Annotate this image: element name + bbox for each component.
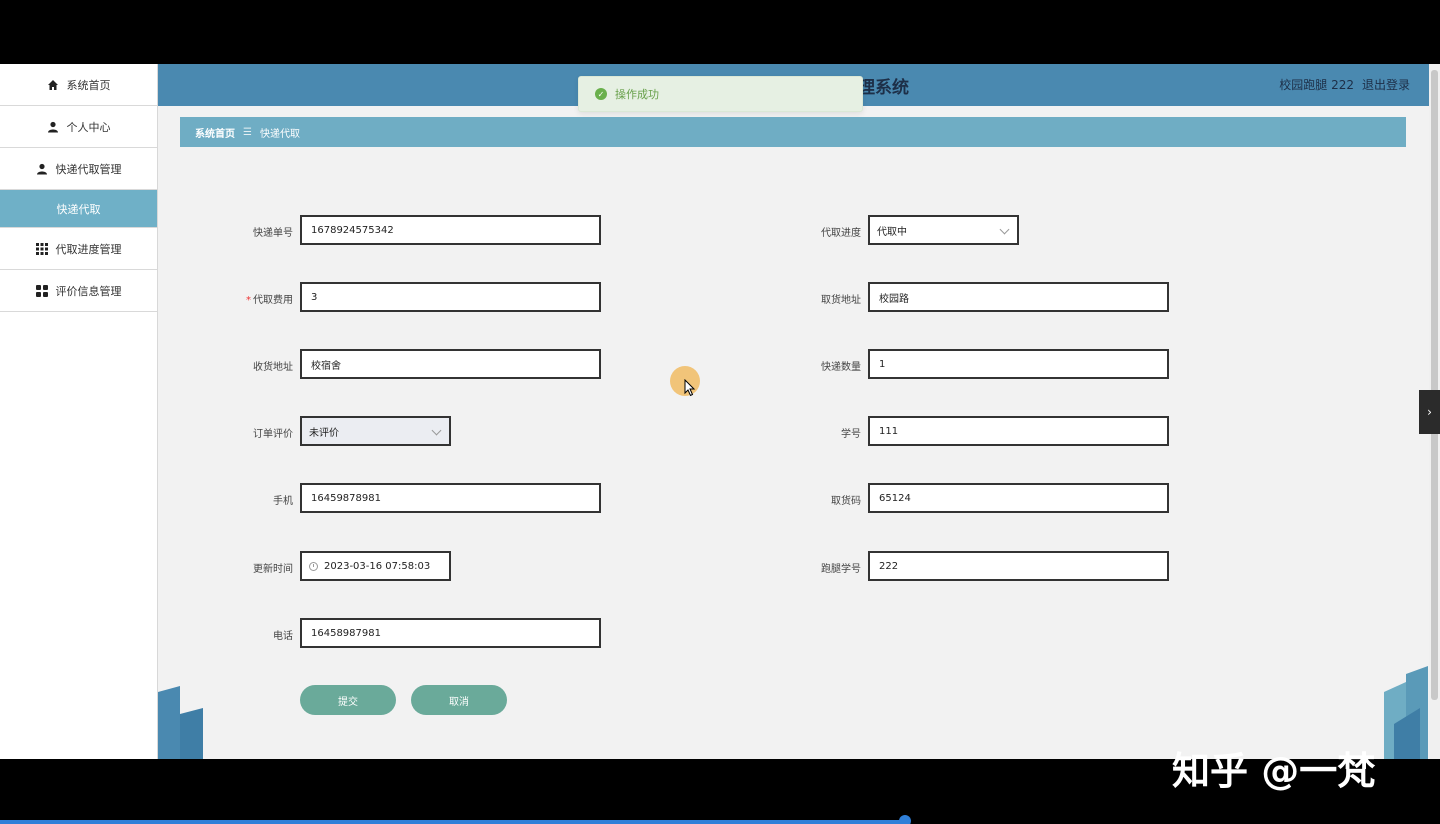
mouse-pointer-icon	[684, 379, 696, 397]
watermark-text: 知乎 @一梵	[1172, 749, 1376, 793]
video-progress-handle[interactable]	[899, 815, 911, 824]
pickup-address-label: 取货地址	[821, 295, 861, 306]
tracking-number-label: 快递单号	[253, 228, 293, 239]
grid-icon	[35, 242, 48, 255]
chevron-down-icon	[431, 425, 442, 436]
mobile-input[interactable]: 16459878981	[300, 483, 601, 513]
chevron-down-icon	[999, 224, 1010, 235]
pickup-address-input[interactable]: 校园路	[868, 282, 1169, 312]
progress-value: 代取中	[877, 226, 907, 238]
update-time-value: 2023-03-16 07:58:03	[324, 560, 431, 572]
required-mark: *	[246, 295, 251, 306]
side-panel-toggle[interactable]: ›	[1419, 390, 1440, 434]
cancel-button[interactable]: 取消	[411, 685, 507, 715]
pickup-code-input[interactable]: 65124	[868, 483, 1169, 513]
phone-label: 电话	[273, 631, 293, 642]
breadcrumb-current: 快递代取	[259, 128, 300, 140]
sidebar-item-label: 快递代取管理	[55, 162, 122, 176]
decorative-bars-right	[1384, 666, 1428, 759]
sidebar-item-progress-management[interactable]: 代取进度管理	[0, 228, 157, 270]
pickup-code-label: 取货码	[831, 496, 861, 507]
update-time-label: 更新时间	[253, 564, 293, 575]
user-icon	[36, 163, 48, 175]
fee-label: * 代取费用	[203, 291, 293, 306]
user-name: 校园跑腿 222	[1279, 78, 1354, 92]
update-time-input[interactable]: 2023-03-16 07:58:03	[300, 551, 451, 581]
sidebar-item-label: 评价信息管理	[55, 284, 122, 298]
breadcrumb: 系统首页 ☰ 快递代取	[180, 117, 1406, 147]
runner-id-input[interactable]: 222	[868, 551, 1169, 581]
chevron-right-icon: ›	[1427, 405, 1432, 419]
home-icon	[47, 79, 59, 91]
apps-icon	[35, 284, 48, 297]
order-review-label: 订单评价	[253, 429, 293, 440]
sidebar-item-express-management[interactable]: 快递代取管理	[0, 148, 157, 190]
sidebar-item-profile[interactable]: 个人中心	[0, 106, 157, 148]
submit-button[interactable]: 提交	[300, 685, 396, 715]
phone-input[interactable]: 16458987981	[300, 618, 601, 648]
student-id-input[interactable]: 111	[868, 416, 1169, 446]
order-review-value: 未评价	[309, 427, 339, 439]
sidebar-item-label: 个人中心	[66, 120, 111, 134]
logout-link[interactable]: 退出登录	[1362, 76, 1410, 93]
runner-id-label: 跑腿学号	[821, 564, 861, 575]
scrollbar-thumb[interactable]	[1431, 70, 1438, 700]
video-letterbox-top	[0, 0, 1440, 64]
toast-message: 操作成功	[615, 88, 659, 101]
student-id-label: 学号	[841, 429, 861, 440]
sidebar-item-home[interactable]: 系统首页	[0, 64, 157, 106]
tracking-number-input[interactable]: 1678924575342	[300, 215, 601, 245]
parcel-count-input[interactable]: 1	[868, 349, 1169, 379]
user-icon	[47, 121, 59, 133]
breadcrumb-separator: ☰	[243, 126, 252, 138]
sidebar-item-label: 快递代取	[56, 202, 101, 216]
user-area: 校园跑腿 222 退出登录	[1279, 76, 1410, 93]
decorative-bars-left	[158, 686, 203, 759]
mobile-label: 手机	[273, 496, 293, 507]
progress-label: 代取进度	[821, 228, 861, 239]
success-toast: ✓ 操作成功	[578, 76, 863, 112]
delivery-address-input[interactable]: 校宿舍	[300, 349, 601, 379]
fee-label-text: 代取费用	[253, 295, 293, 306]
parcel-count-label: 快递数量	[821, 362, 861, 373]
fee-input[interactable]: 3	[300, 282, 601, 312]
sidebar-item-label: 系统首页	[66, 78, 111, 92]
check-circle-icon: ✓	[595, 88, 607, 100]
delivery-address-label: 收货地址	[253, 362, 293, 373]
breadcrumb-home-link[interactable]: 系统首页	[195, 125, 235, 140]
sidebar-item-review-management[interactable]: 评价信息管理	[0, 270, 157, 312]
progress-select[interactable]: 代取中	[868, 215, 1019, 245]
sidebar-subitem-express-pickup[interactable]: 快递代取	[0, 190, 157, 228]
app-window: 系统首页 个人中心 快递代取管理 快递代取 代取进度管理 评价信息管理 理系统 …	[0, 64, 1440, 759]
sidebar: 系统首页 个人中心 快递代取管理 快递代取 代取进度管理 评价信息管理	[0, 64, 158, 759]
order-review-select[interactable]: 未评价	[300, 416, 451, 446]
sidebar-item-label: 代取进度管理	[55, 242, 122, 256]
app-title: 理系统	[858, 78, 909, 98]
clock-icon	[309, 561, 318, 571]
video-progress-bar[interactable]	[0, 820, 905, 824]
